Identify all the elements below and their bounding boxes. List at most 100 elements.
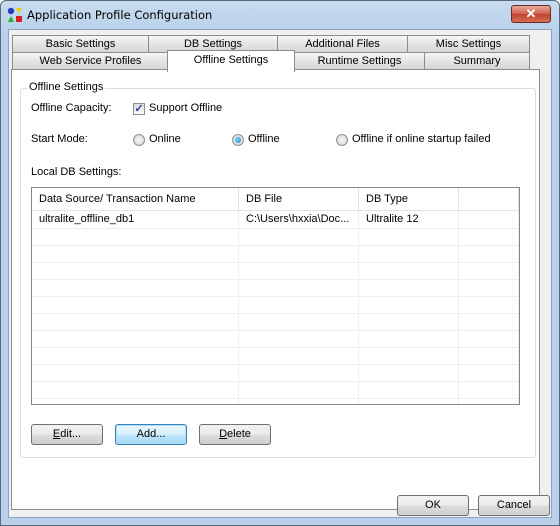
column-header-name[interactable]: Data Source/ Transaction Name (32, 188, 239, 210)
tab-web-service-profiles[interactable]: Web Service Profiles (12, 52, 169, 69)
table-cell-empty (32, 381, 239, 398)
table-cell-empty (459, 364, 519, 381)
tab-panel: Offline Settings Offline Capacity: ✓ Sup… (11, 69, 540, 510)
table-cell-empty (239, 330, 359, 347)
cancel-button[interactable]: Cancel (478, 495, 550, 516)
table-cell-empty (239, 313, 359, 330)
table-cell-empty (459, 296, 519, 313)
table-cell-empty (32, 398, 239, 404)
table-cell-empty (359, 262, 459, 279)
edit-button[interactable]: Edit... (31, 424, 103, 445)
cell-name: ultralite_offline_db1 (32, 211, 239, 228)
close-icon: ✕ (525, 6, 537, 21)
table-cell-empty (359, 364, 459, 381)
table-cell-empty (239, 228, 359, 245)
cell-db-type: Ultralite 12 (359, 211, 459, 228)
table-cell-empty (459, 228, 519, 245)
table-cell-empty (359, 296, 459, 313)
tab-offline-settings[interactable]: Offline Settings (167, 50, 295, 72)
table-cell-empty (359, 347, 459, 364)
table-cell-empty (359, 279, 459, 296)
tab-misc-settings[interactable]: Misc Settings (407, 35, 530, 52)
local-db-settings-label: Local DB Settings: (31, 166, 122, 178)
table-row-empty (32, 364, 519, 382)
table-cell-empty (32, 279, 239, 296)
ok-button[interactable]: OK (397, 495, 469, 516)
table-cell-empty (32, 313, 239, 330)
table-cell-empty (459, 398, 519, 404)
dialog-window: Application Profile Configuration ✕ Basi… (0, 0, 560, 526)
table-cell-empty (359, 245, 459, 262)
table-cell-empty (32, 347, 239, 364)
column-header-db-file[interactable]: DB File (239, 188, 359, 210)
start-mode-offline-if-failed-label: Offline if online startup failed (352, 133, 491, 145)
table-row-empty (32, 381, 519, 399)
table-cell-empty (459, 262, 519, 279)
tab-runtime-settings[interactable]: Runtime Settings (294, 52, 425, 69)
table-cell-empty (239, 245, 359, 262)
table-cell-empty (32, 262, 239, 279)
local-db-table[interactable]: Data Source/ Transaction Name DB File DB… (31, 187, 520, 405)
delete-button[interactable]: Delete (199, 424, 271, 445)
table-cell-empty (459, 347, 519, 364)
table-row-empty (32, 262, 519, 280)
start-mode-label: Start Mode: (31, 133, 88, 145)
table-cell-empty (359, 313, 459, 330)
table-cell-empty (239, 398, 359, 404)
table-cell-empty (32, 296, 239, 313)
table-cell-empty (459, 313, 519, 330)
group-title: Offline Settings (27, 81, 106, 93)
table-cell-empty (359, 398, 459, 404)
table-row-empty (32, 228, 519, 246)
table-row-empty (32, 330, 519, 348)
tab-additional-files[interactable]: Additional Files (277, 35, 408, 52)
table-row-empty (32, 279, 519, 297)
offline-capacity-label: Offline Capacity: (31, 102, 112, 114)
title-bar: Application Profile Configuration ✕ (1, 1, 559, 29)
table-cell-empty (459, 279, 519, 296)
support-offline-checkbox[interactable]: ✓ (133, 103, 145, 115)
start-mode-online-radio[interactable] (133, 134, 145, 146)
table-cell-empty (239, 296, 359, 313)
table-cell-empty (239, 381, 359, 398)
table-cell-empty (239, 364, 359, 381)
cell-filler (459, 211, 519, 228)
table-row-empty (32, 296, 519, 314)
start-mode-online-label: Online (149, 133, 181, 145)
tab-basic-settings[interactable]: Basic Settings (12, 35, 149, 52)
window-title: Application Profile Configuration (27, 8, 213, 22)
table-cell-empty (32, 364, 239, 381)
start-mode-offline-label: Offline (248, 133, 280, 145)
column-header-filler (459, 188, 519, 210)
offline-settings-group: Offline Settings Offline Capacity: ✓ Sup… (20, 81, 536, 458)
table-cell-empty (32, 245, 239, 262)
table-cell-empty (359, 330, 459, 347)
table-header: Data Source/ Transaction Name DB File DB… (32, 188, 519, 211)
support-offline-label: Support Offline (149, 102, 223, 114)
app-icon (7, 7, 22, 22)
table-row-empty (32, 245, 519, 263)
add-button[interactable]: Add... (115, 424, 187, 445)
table-row-empty (32, 398, 519, 404)
table-cell-empty (359, 381, 459, 398)
cell-db-file: C:\Users\hxxia\Doc... (239, 211, 359, 228)
table-cell-empty (459, 245, 519, 262)
table-cell-empty (32, 228, 239, 245)
start-mode-offline-radio[interactable] (232, 134, 244, 146)
table-row-empty (32, 347, 519, 365)
column-header-db-type[interactable]: DB Type (359, 188, 459, 210)
dialog-client: Basic Settings DB Settings Additional Fi… (8, 29, 552, 518)
close-button[interactable]: ✕ (511, 5, 551, 23)
table-cell-empty (459, 330, 519, 347)
table-row-empty (32, 313, 519, 331)
table-cell-empty (359, 228, 459, 245)
table-cell-empty (239, 279, 359, 296)
tab-summary[interactable]: Summary (424, 52, 530, 69)
start-mode-offline-if-failed-radio[interactable] (336, 134, 348, 146)
checkmark-icon: ✓ (134, 103, 144, 115)
table-row[interactable]: ultralite_offline_db1 C:\Users\hxxia\Doc… (32, 211, 519, 229)
table-cell-empty (239, 262, 359, 279)
table-cell-empty (459, 381, 519, 398)
table-cell-empty (32, 330, 239, 347)
table-cell-empty (239, 347, 359, 364)
